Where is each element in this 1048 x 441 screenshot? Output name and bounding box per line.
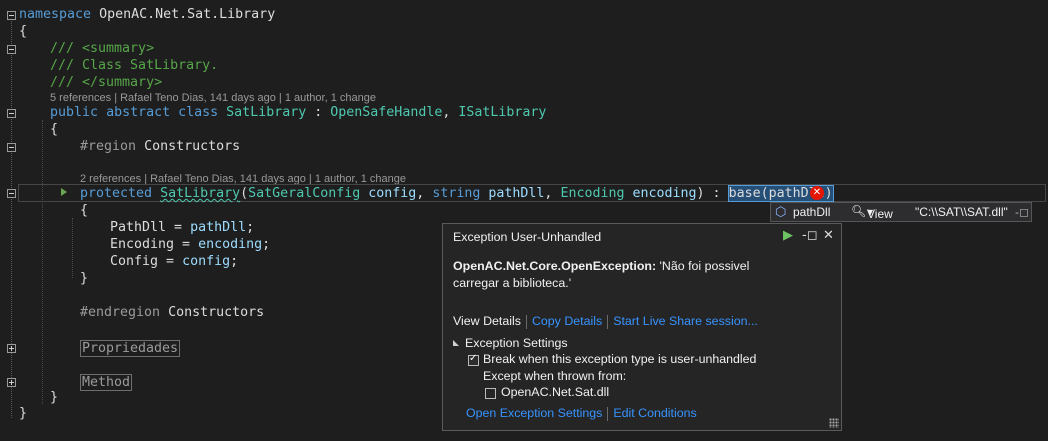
live-share-link[interactable]: Start Live Share session... [613, 314, 758, 328]
search-icon[interactable]: 🔍︎ [851, 204, 866, 218]
exception-popup: Exception User-Unhandled ▶ -◻ ✕ OpenAC.N… [442, 223, 842, 431]
popup-actions: View Details Copy Details Start Live Share… [453, 314, 758, 329]
brace-close: } [80, 271, 89, 286]
doc-comment: /// </summary> [50, 75, 163, 90]
exception-settings-header[interactable]: Exception Settings [453, 336, 568, 350]
continue-icon[interactable]: ▶ [783, 228, 793, 243]
view-details-link[interactable]: View Details [453, 314, 521, 328]
exception-type: OpenAC.Net.Core.OpenException: [453, 259, 657, 273]
popup-footer: Open Exception Settings Edit Conditions [466, 406, 697, 421]
datatip-view-button[interactable]: View ▾ [867, 205, 893, 221]
collapsed-region-propriedades[interactable]: Propriedades [80, 340, 181, 357]
doc-comment: /// <summary> [50, 41, 155, 56]
copy-details-link[interactable]: Copy Details [532, 314, 602, 328]
brace-open: { [80, 203, 89, 218]
pin-icon[interactable]: -◻ [1015, 205, 1029, 219]
brace-open: { [50, 122, 59, 137]
run-to-click-icon[interactable] [61, 188, 67, 196]
region-start: #region Constructors [80, 139, 241, 154]
resize-grip[interactable] [829, 418, 839, 428]
indent-guide [72, 218, 74, 278]
namespace-line: namespace OpenAC.Net.Sat.Library [19, 7, 276, 22]
datatip-value[interactable]: "C:\\SAT\\SAT.dll" [915, 205, 1008, 219]
collapse-class-toggle[interactable] [7, 109, 16, 118]
brace-close: } [19, 406, 28, 421]
statement-line: PathDll = pathDll; [110, 220, 255, 235]
brace-open: { [19, 24, 28, 39]
expand-propriedades-toggle[interactable] [7, 344, 16, 353]
datatip[interactable]: ⬡ pathDll 🔍︎ View ▾ "C:\\SAT\\SAT.dll" -… [770, 202, 1032, 222]
class-declaration: public abstract class SatLibrary : OpenS… [50, 105, 547, 120]
datatip-variable: pathDll [793, 205, 831, 219]
error-icon[interactable]: ✕ [810, 186, 824, 200]
cube-icon: ⬡ [775, 204, 787, 219]
expand-method-toggle[interactable] [7, 378, 16, 387]
open-exception-settings-link[interactable]: Open Exception Settings [466, 406, 602, 420]
collapse-namespace-toggle[interactable] [7, 11, 16, 20]
region-end: #endregion Constructors [80, 305, 265, 320]
codelens-class[interactable]: 5 references | Rafael Teno Dias, 141 day… [50, 92, 376, 104]
indent-guide [42, 120, 44, 404]
collapsed-region-method[interactable]: Method [80, 374, 133, 391]
constructor-declaration: protected SatLibrary(SatGeralConfig conf… [80, 185, 834, 202]
collapse-summary-toggle[interactable] [7, 45, 16, 54]
brace-close: } [50, 390, 59, 405]
module-label: OpenAC.Net.Sat.dll [501, 385, 610, 399]
statement-line: Encoding = encoding; [110, 237, 271, 252]
collapse-region-toggle[interactable] [7, 143, 16, 152]
module-checkbox[interactable] [485, 388, 496, 399]
close-icon[interactable]: ✕ [823, 228, 834, 243]
break-when-checkbox[interactable] [468, 353, 479, 366]
collapse-ctor-toggle[interactable] [7, 189, 16, 198]
popup-title: Exception User-Unhandled [453, 230, 602, 244]
pin-icon[interactable]: -◻ [802, 228, 817, 243]
statement-line: Config = config; [110, 254, 239, 269]
exception-message: OpenAC.Net.Core.OpenException: 'Não foi … [453, 258, 793, 292]
break-when-label: Break when this exception type is user-u… [483, 352, 757, 366]
outline-guide [11, 18, 13, 418]
except-when-label: Except when thrown from: [483, 369, 627, 383]
doc-comment: /// Class SatLibrary. [50, 58, 219, 73]
edit-conditions-link[interactable]: Edit Conditions [613, 406, 696, 420]
collapse-triangle-icon [453, 340, 459, 346]
